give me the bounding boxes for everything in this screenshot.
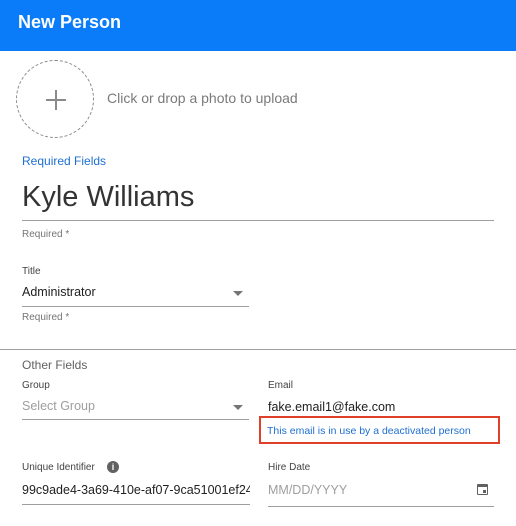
hire-date-underline — [268, 506, 494, 507]
name-input[interactable]: Kyle Williams — [22, 181, 194, 214]
email-label: Email — [268, 380, 294, 391]
name-input-underline — [22, 220, 494, 221]
photo-upload-dropzone[interactable] — [16, 60, 94, 138]
hire-date-label: Hire Date — [268, 462, 311, 473]
title-helper-text: Required * — [22, 312, 70, 323]
required-fields-heading: Required Fields — [22, 154, 107, 168]
group-label: Group — [22, 380, 50, 391]
unique-identifier-input[interactable]: 99c9ade4-3a69-410e-af07-9ca51001ef24 — [22, 483, 250, 497]
chevron-down-icon[interactable] — [233, 291, 243, 296]
email-warning-box: This email is in use by a deactivated pe… — [259, 416, 500, 444]
photo-upload-text[interactable]: Click or drop a photo to upload — [107, 90, 298, 106]
plus-icon-vertical — [55, 90, 57, 110]
page-title: New Person — [18, 12, 122, 32]
app-bar: New Person — [0, 0, 516, 51]
email-warning-text: This email is in use by a deactivated pe… — [267, 425, 471, 437]
title-select-underline — [22, 306, 249, 307]
chevron-down-icon[interactable] — [233, 405, 243, 410]
group-select[interactable]: Select Group — [22, 399, 95, 413]
unique-identifier-underline — [22, 504, 250, 505]
info-icon[interactable]: i — [107, 461, 119, 473]
other-fields-heading: Other Fields — [22, 358, 88, 372]
email-input[interactable]: fake.email1@fake.com — [268, 400, 395, 414]
title-label: Title — [22, 266, 41, 277]
hire-date-input[interactable]: MM/DD/YYYY — [268, 483, 347, 497]
title-select[interactable]: Administrator — [22, 285, 96, 299]
name-helper-text: Required * — [22, 229, 70, 240]
group-select-underline — [22, 419, 249, 420]
calendar-icon[interactable] — [477, 484, 488, 495]
unique-identifier-label: Unique Identifier — [22, 462, 95, 473]
section-divider — [0, 349, 516, 350]
